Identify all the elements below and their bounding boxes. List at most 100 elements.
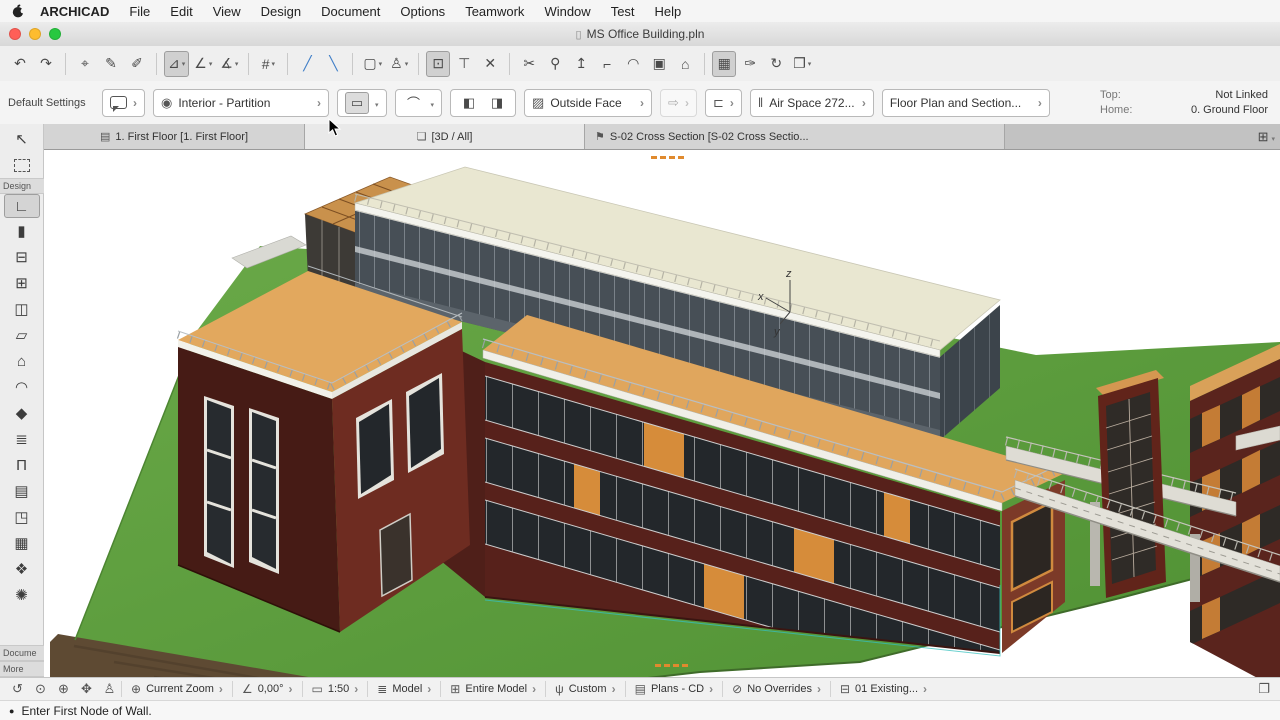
fillet-button[interactable]: ◠ — [621, 51, 645, 77]
pen-set-control[interactable]: ψ Custom — [545, 681, 624, 697]
search-select-button[interactable]: ⌖ — [73, 51, 97, 77]
flip-button[interactable]: ⇨ — [660, 89, 697, 117]
object-tool[interactable]: ❖ — [0, 556, 44, 582]
menu-item[interactable]: Window — [534, 4, 600, 19]
zoom-button[interactable] — [49, 28, 61, 40]
view-zoom-control[interactable]: ⊕ Current Zoom — [121, 681, 232, 697]
adjust-button[interactable]: ⚲ — [543, 51, 567, 77]
pickup-parameters-button[interactable]: ✎ — [99, 51, 123, 77]
snap-grid-button[interactable]: # — [256, 51, 280, 77]
straight-wall-icon[interactable]: ▭ — [345, 92, 369, 114]
toolbar-button[interactable] — [248, 53, 249, 75]
favorite-dropdown[interactable]: ◉ Interior - Partition — [153, 89, 329, 117]
toolbar-button[interactable] — [352, 53, 353, 75]
pager-icon[interactable]: ❐ — [1258, 681, 1274, 697]
snap-guides-button[interactable]: ╲ — [321, 51, 345, 77]
minimize-button[interactable] — [29, 28, 41, 40]
renovation-filter-control[interactable]: ⊟ 01 Existing... — [830, 681, 936, 697]
home-story-button[interactable]: ⌂ — [673, 51, 697, 77]
structure-display-control[interactable]: ⊞ Entire Model — [440, 681, 545, 697]
slab-tool[interactable]: ▱ — [0, 322, 44, 348]
stair-tool[interactable]: ≣ — [0, 426, 44, 452]
window-tool[interactable]: ⊞ — [0, 270, 44, 296]
curved-wall-icon[interactable]: ⌒ — [403, 93, 425, 113]
tab-cross-section[interactable]: ⚑ S-02 Cross Section [S-02 Cross Sectio.… — [585, 124, 1005, 149]
snap-elevation-button[interactable]: ∡ — [217, 51, 241, 77]
top-link-value[interactable]: Not Linked — [1215, 89, 1268, 101]
column-tool[interactable]: ▮ — [0, 218, 44, 244]
shell-tool[interactable]: ◠ — [0, 374, 44, 400]
zoom-in-icon[interactable]: ⊕ — [52, 681, 75, 697]
relative-construction-button[interactable]: ∠ — [191, 51, 215, 77]
menu-item[interactable]: Edit — [160, 4, 202, 19]
rotate-button[interactable]: ↻ — [764, 51, 788, 77]
brush-button[interactable]: ✑ — [738, 51, 762, 77]
toolbox-section-more[interactable]: More — [0, 661, 44, 677]
suspend-groups-button[interactable]: ⊡ — [426, 51, 450, 77]
walk-icon[interactable]: ♙ — [98, 681, 121, 697]
box-wall-icon[interactable]: ◧ — [458, 93, 480, 113]
close-button[interactable] — [9, 28, 21, 40]
morph-tool[interactable]: ◆ — [0, 400, 44, 426]
layer-combination-control[interactable]: ▤ Plans - CD — [625, 681, 723, 697]
undo-button[interactable]: ↶ — [8, 51, 32, 77]
roof-tool[interactable]: ⌂ — [0, 348, 44, 374]
raise-button[interactable]: ↥ — [569, 51, 593, 77]
frame-button[interactable]: ▣ — [647, 51, 671, 77]
gravity-button[interactable]: ⊿ — [164, 51, 189, 77]
app-menu[interactable]: ARCHICAD — [30, 4, 119, 19]
toolbox-section-design[interactable]: Design — [0, 178, 44, 194]
lamp-tool[interactable]: ✺ — [0, 582, 44, 608]
wall-tool[interactable]: ∟ — [4, 194, 40, 218]
3d-viewport[interactable]: z x y — [44, 150, 1280, 677]
model-filter-control[interactable]: ≣ Model — [367, 681, 440, 697]
menu-item[interactable]: Options — [390, 4, 455, 19]
tsquare-button[interactable]: ⊤ — [452, 51, 476, 77]
menu-item[interactable]: Teamwork — [455, 4, 534, 19]
wall-settings-button[interactable] — [102, 89, 145, 117]
toolbar-button[interactable] — [65, 53, 66, 75]
marquee-options-button[interactable]: ▢ — [360, 51, 385, 77]
scale-control[interactable]: ▭ 1:50 — [302, 681, 368, 697]
corner-button[interactable]: ⌐ — [595, 51, 619, 77]
toolbox-section-document[interactable]: Docume — [0, 645, 44, 661]
menu-item[interactable]: File — [119, 4, 160, 19]
split-button[interactable]: ✂ — [517, 51, 541, 77]
orbit-icon[interactable]: ↺ — [6, 681, 29, 697]
tab-first-floor[interactable]: ▤ 1. First Floor [1. First Floor] — [44, 124, 305, 149]
display-dropdown[interactable]: Floor Plan and Section... — [882, 89, 1050, 117]
menu-item[interactable]: Test — [601, 4, 645, 19]
redo-button[interactable]: ↷ — [34, 51, 58, 77]
crop-button[interactable]: ▦ — [712, 51, 736, 77]
structure-button[interactable]: ⊏ — [705, 89, 742, 117]
menu-item[interactable]: Design — [251, 4, 311, 19]
apple-menu[interactable] — [6, 4, 30, 19]
tab-overview-button[interactable]: ⊞ — [1258, 124, 1275, 149]
graphic-overrides-control[interactable]: ⊘ No Overrides — [722, 681, 830, 697]
tab-3d-all[interactable]: ❏ [3D / All] — [305, 124, 585, 149]
menu-item[interactable]: Help — [645, 4, 692, 19]
explode-button[interactable]: ✕ — [478, 51, 502, 77]
rotation-angle-control[interactable]: ∠ 0,00° — [232, 681, 302, 697]
home-story-value[interactable]: 0. Ground Floor — [1191, 104, 1268, 116]
menu-item[interactable]: View — [203, 4, 251, 19]
guide-lines-button[interactable]: ╱ — [295, 51, 319, 77]
mesh-tool[interactable]: ▦ — [0, 530, 44, 556]
profile-button[interactable]: ♙ — [387, 51, 411, 77]
stamp-button[interactable]: ❐ — [790, 51, 814, 77]
toolbar-button[interactable] — [418, 53, 419, 75]
curtain-wall-tool[interactable]: ▤ — [0, 478, 44, 504]
chained-wall-icon[interactable]: ◨ — [486, 93, 508, 113]
inject-parameters-button[interactable]: ✐ — [125, 51, 149, 77]
toolbar-button[interactable] — [287, 53, 288, 75]
zone-tool[interactable]: ◳ — [0, 504, 44, 530]
reference-line-dropdown[interactable]: ▨ Outside Face — [524, 89, 652, 117]
zoom-icon[interactable]: ⊙ — [29, 681, 52, 697]
menu-item[interactable]: Document — [311, 4, 390, 19]
beam-tool[interactable]: ⊟ — [0, 244, 44, 270]
arrow-tool[interactable]: ↖ — [0, 126, 44, 152]
pan-icon[interactable]: ✥ — [75, 681, 98, 697]
composite-dropdown[interactable]: ‖ Air Space 272... — [750, 89, 874, 117]
toolbar-button[interactable] — [509, 53, 510, 75]
wall-complexity-group[interactable]: ◧ ◨ — [450, 89, 516, 117]
